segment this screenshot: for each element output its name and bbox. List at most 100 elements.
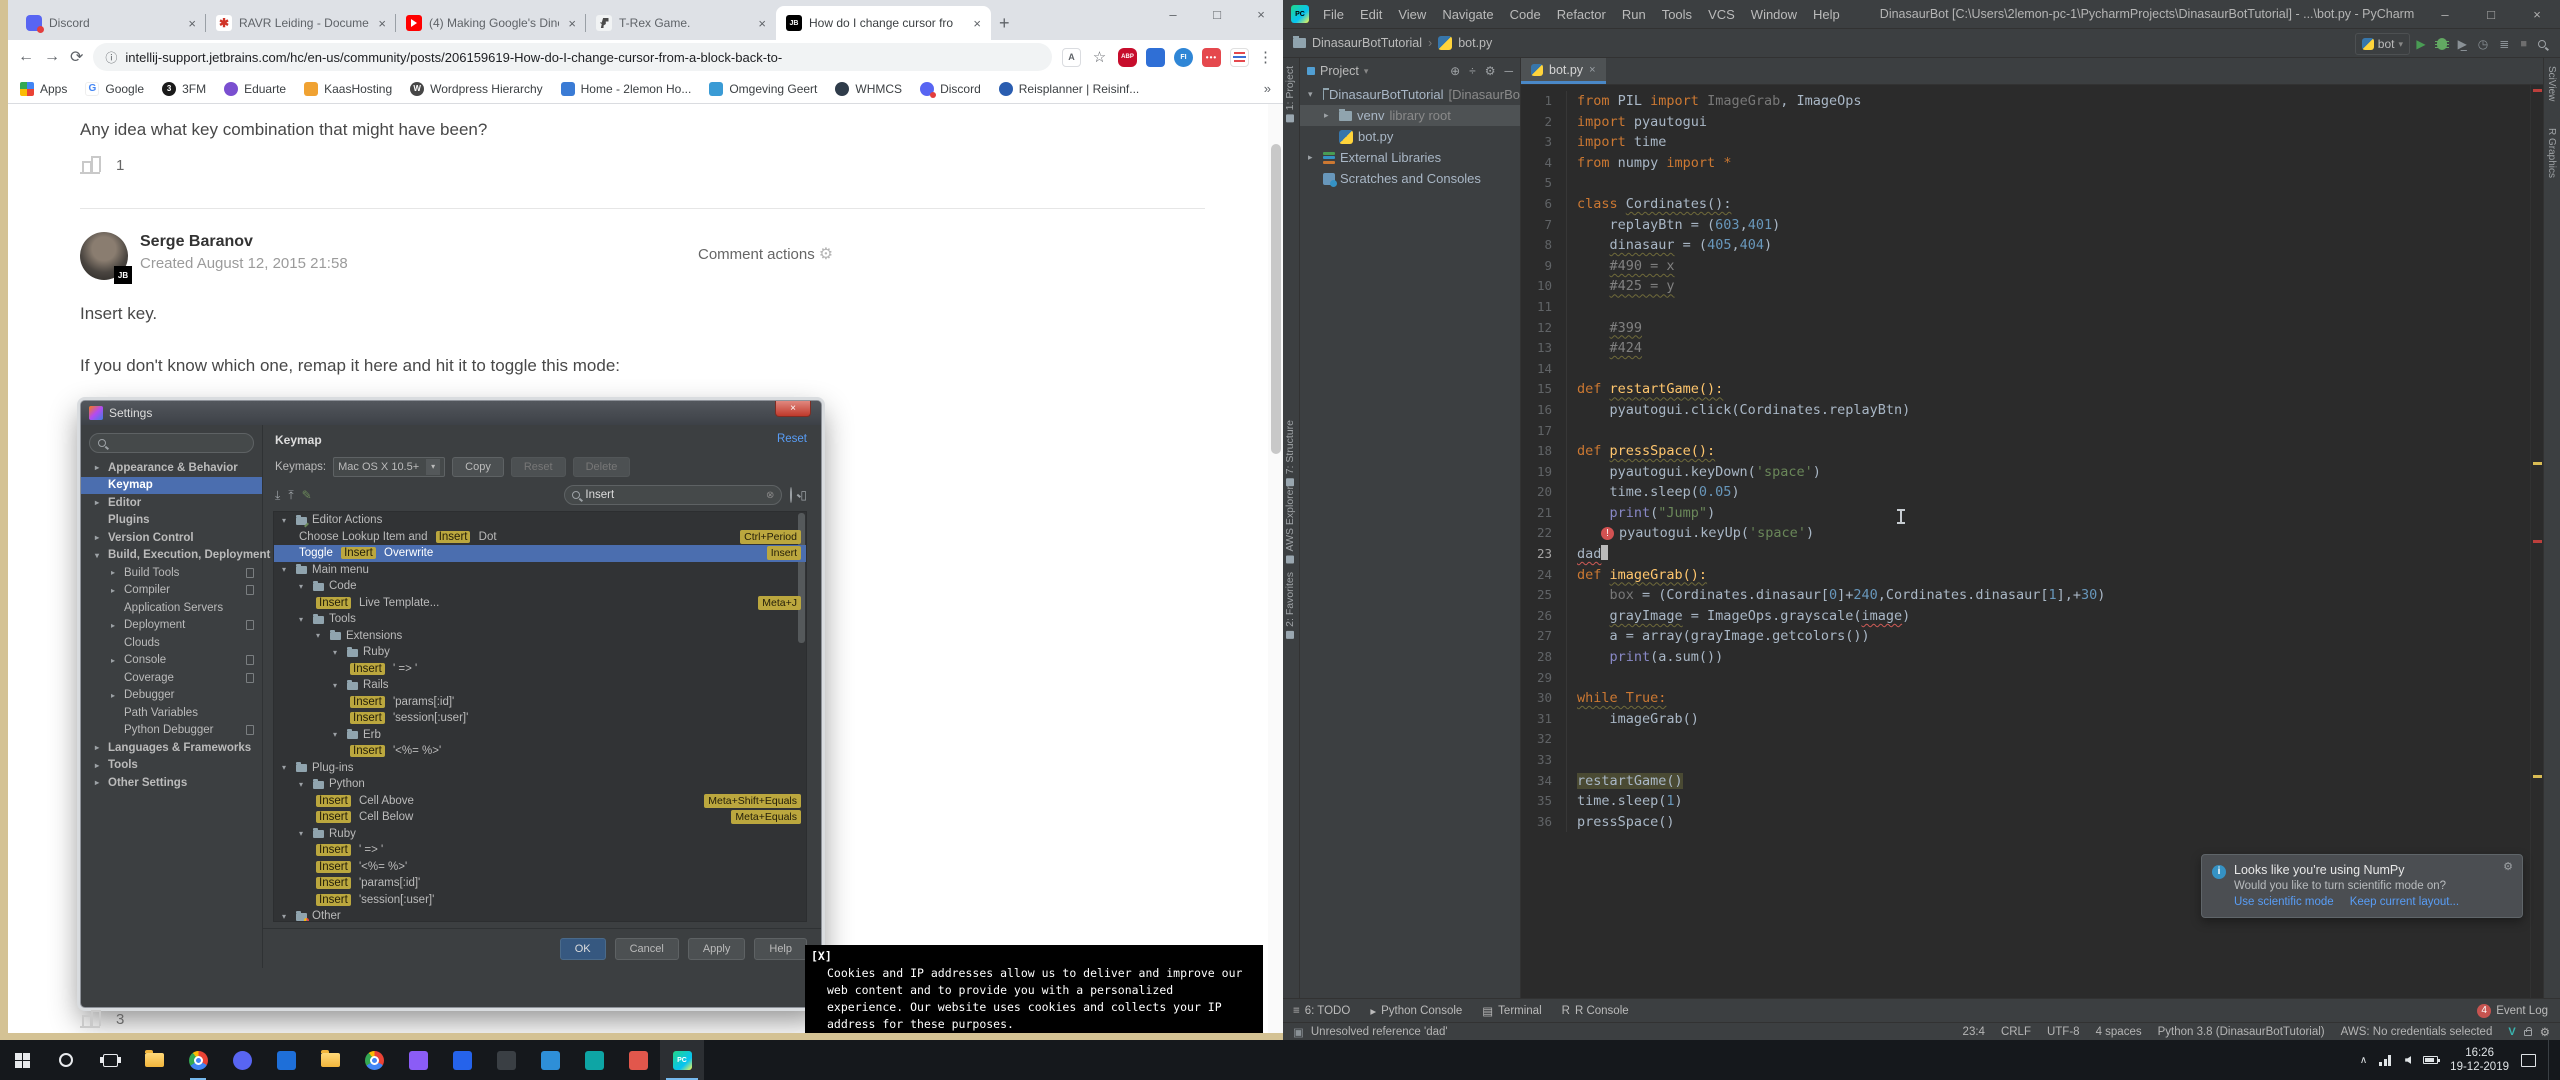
menu-vcs[interactable]: VCS [1708,7,1735,22]
address-bar[interactable]: ⓘ intellij-support.jetbrains.com/hc/en-u… [93,43,1052,71]
pycharm-icon[interactable]: PC [660,1040,704,1080]
app-blue-icon[interactable] [264,1040,308,1080]
toolwindow-tab[interactable]: ▸Python Console [1370,1004,1462,1018]
settings-tree-item[interactable]: ▸Compiler [81,582,262,600]
scrollbar-thumb[interactable] [1271,144,1281,454]
code-line[interactable]: 33 [1521,750,2543,771]
code-line[interactable]: 34restartGame() [1521,771,2543,792]
code-line[interactable]: 15def restartGame(): [1521,379,2543,400]
keymap-tree-item[interactable]: ▾Ruby [274,644,806,661]
breadcrumb-file[interactable]: bot.py [1458,36,1492,50]
event-log-button[interactable]: 4 Event Log [2477,1004,2548,1018]
maximize-button[interactable]: □ [1195,0,1239,28]
browser-tab[interactable]: Discord× [16,6,206,40]
comment-author[interactable]: Serge Baranov [140,233,253,251]
search-button[interactable] [44,1040,88,1080]
settings-tree-item[interactable]: ▸Version Control [81,529,262,547]
bookmark-item[interactable]: Reisplanner | Reisinf... [999,82,1140,96]
breadcrumb[interactable]: DinasaurBotTutorial [1293,36,1422,50]
bookmark-item[interactable]: Discord [920,82,981,96]
code-line[interactable]: 22!pyautogui.keyUp('space') [1521,523,2543,544]
status-item[interactable]: 23:4 [1963,1026,1985,1038]
notification-gear-icon[interactable]: ⚙ [2503,860,2513,873]
tool-strip-label[interactable]: SciView [2546,66,2557,101]
menu-navigate[interactable]: Navigate [1442,7,1493,22]
settings-tree-item[interactable]: ▸Debugger [81,687,262,705]
code-line[interactable]: 16 pyautogui.click(Cordinates.replayBtn) [1521,400,2543,421]
breadcrumb-project[interactable]: DinasaurBotTutorial [1312,36,1422,50]
bookmark-item[interactable]: 33FM [162,82,206,96]
adblock-icon[interactable]: ABP [1118,48,1137,67]
keymap-tree-item[interactable]: Insert '<%= %>' [274,743,806,760]
blue-extension-icon[interactable] [1146,48,1165,67]
keymap-tree-item[interactable]: ▾Plug-ins [274,760,806,777]
tool-strip-label[interactable]: 2: Favorites [1284,572,1296,639]
app-teal-icon[interactable] [572,1040,616,1080]
keymap-tree-item[interactable]: Insert 'session[:user]' [274,710,806,727]
browser-tab[interactable]: JBHow do I change cursor fro× [776,6,991,40]
app-dark-icon[interactable] [484,1040,528,1080]
code-line[interactable]: 32 [1521,729,2543,750]
bookmark-star-icon[interactable]: ☆ [1090,48,1109,67]
calculator-icon[interactable] [440,1040,484,1080]
battery-icon[interactable] [2423,1056,2438,1064]
search-everywhere-icon[interactable] [2538,40,2546,48]
app-purple-icon[interactable] [396,1040,440,1080]
toolwindow-tab[interactable]: ▤Terminal [1482,1004,1541,1018]
project-tree-item[interactable]: ▾DinasaurBotTutorial [DinasaurBo [1300,84,1520,105]
menu-help[interactable]: Help [1813,7,1840,22]
profiler-button[interactable]: ◷ [2478,37,2488,51]
browser-menu-icon[interactable]: ⋮ [1258,48,1273,66]
tab-close-icon[interactable]: × [971,16,983,31]
keymap-tree-item[interactable]: Insert 'params[:id]' [274,694,806,711]
folder-icon[interactable] [308,1040,352,1080]
keymap-tree-item[interactable]: Toggle Insert OverwriteInsert [274,545,806,562]
menu-file[interactable]: File [1323,7,1344,22]
bookmark-item[interactable]: Omgeving Geert [709,82,817,96]
code-line[interactable]: 23dad [1521,544,2543,565]
code-line[interactable]: 5 [1521,173,2543,194]
show-desktop-button[interactable] [2548,1040,2554,1080]
bookmark-item[interactable]: WHMCS [835,82,902,96]
keymap-tree-item[interactable]: ▾Main menu [274,562,806,579]
project-tree-item[interactable]: Scratches and Consoles [1300,168,1520,189]
code-line[interactable]: 25 box = (Cordinates.dinasaur[0]+240,Cor… [1521,585,2543,606]
bookmark-item[interactable]: Home - 2lemon Ho... [561,82,692,96]
code-line[interactable]: 10 #425 = y [1521,276,2543,297]
code-line[interactable]: 36pressSpace() [1521,812,2543,833]
code-line[interactable]: 19 pyautogui.keyDown('space') [1521,462,2543,483]
code-line[interactable]: 24def imageGrab(): [1521,565,2543,586]
project-tree-item[interactable]: bot.py [1300,126,1520,147]
tool-strip-label[interactable]: R Graphics [2546,128,2557,178]
file-explorer-icon[interactable] [132,1040,176,1080]
keymap-tree-item[interactable]: ▾Ruby [274,826,806,843]
keymap-tree-item[interactable]: ▾Editor Actions [274,512,806,529]
code-line[interactable]: 28 print(a.sum()) [1521,647,2543,668]
browser-tab[interactable]: (4) Making Google's Dinosa× [396,6,586,40]
code-line[interactable]: 3import time [1521,132,2543,153]
settings-tree-item[interactable]: ▸Build Tools [81,564,262,582]
bookmark-item[interactable]: Apps [20,82,67,96]
debug-button[interactable] [2437,38,2447,50]
cookie-close[interactable]: [X] [811,948,1257,965]
keymap-tree-item[interactable]: ▾Other [274,908,806,922]
keymap-tree-item[interactable]: Insert ' => ' [274,661,806,678]
collapse-all-icon[interactable]: ÷ [1469,64,1476,78]
code-line[interactable]: 4from numpy import * [1521,153,2543,174]
dropdown-icon[interactable]: ▾ [1364,66,1369,77]
code-line[interactable]: 30while True: [1521,688,2543,709]
coverage-button[interactable]: ▶̲ [2458,37,2467,51]
vscode-icon[interactable] [528,1040,572,1080]
menu-code[interactable]: Code [1510,7,1541,22]
keymap-tree-item[interactable]: Insert '<%= %>' [274,859,806,876]
keymap-tree-item[interactable]: ▾Erb [274,727,806,744]
settings-tree-item[interactable]: Python Debugger [81,722,262,740]
toolwindow-tab[interactable]: RR Console [1562,1005,1629,1017]
status-item[interactable]: AWS: No credentials selected [2341,1026,2493,1038]
browser-tab[interactable]: T-Rex Game.× [586,6,776,40]
code-line[interactable]: 26 grayImage = ImageOps.grayscale(image) [1521,606,2543,627]
tray-expand-icon[interactable]: ∧ [2360,1055,2367,1066]
settings-tree-item[interactable]: ▸Other Settings [81,774,262,792]
comment-actions[interactable]: Comment actions⚙ [698,244,833,264]
site-info-icon[interactable]: ⓘ [105,49,117,66]
